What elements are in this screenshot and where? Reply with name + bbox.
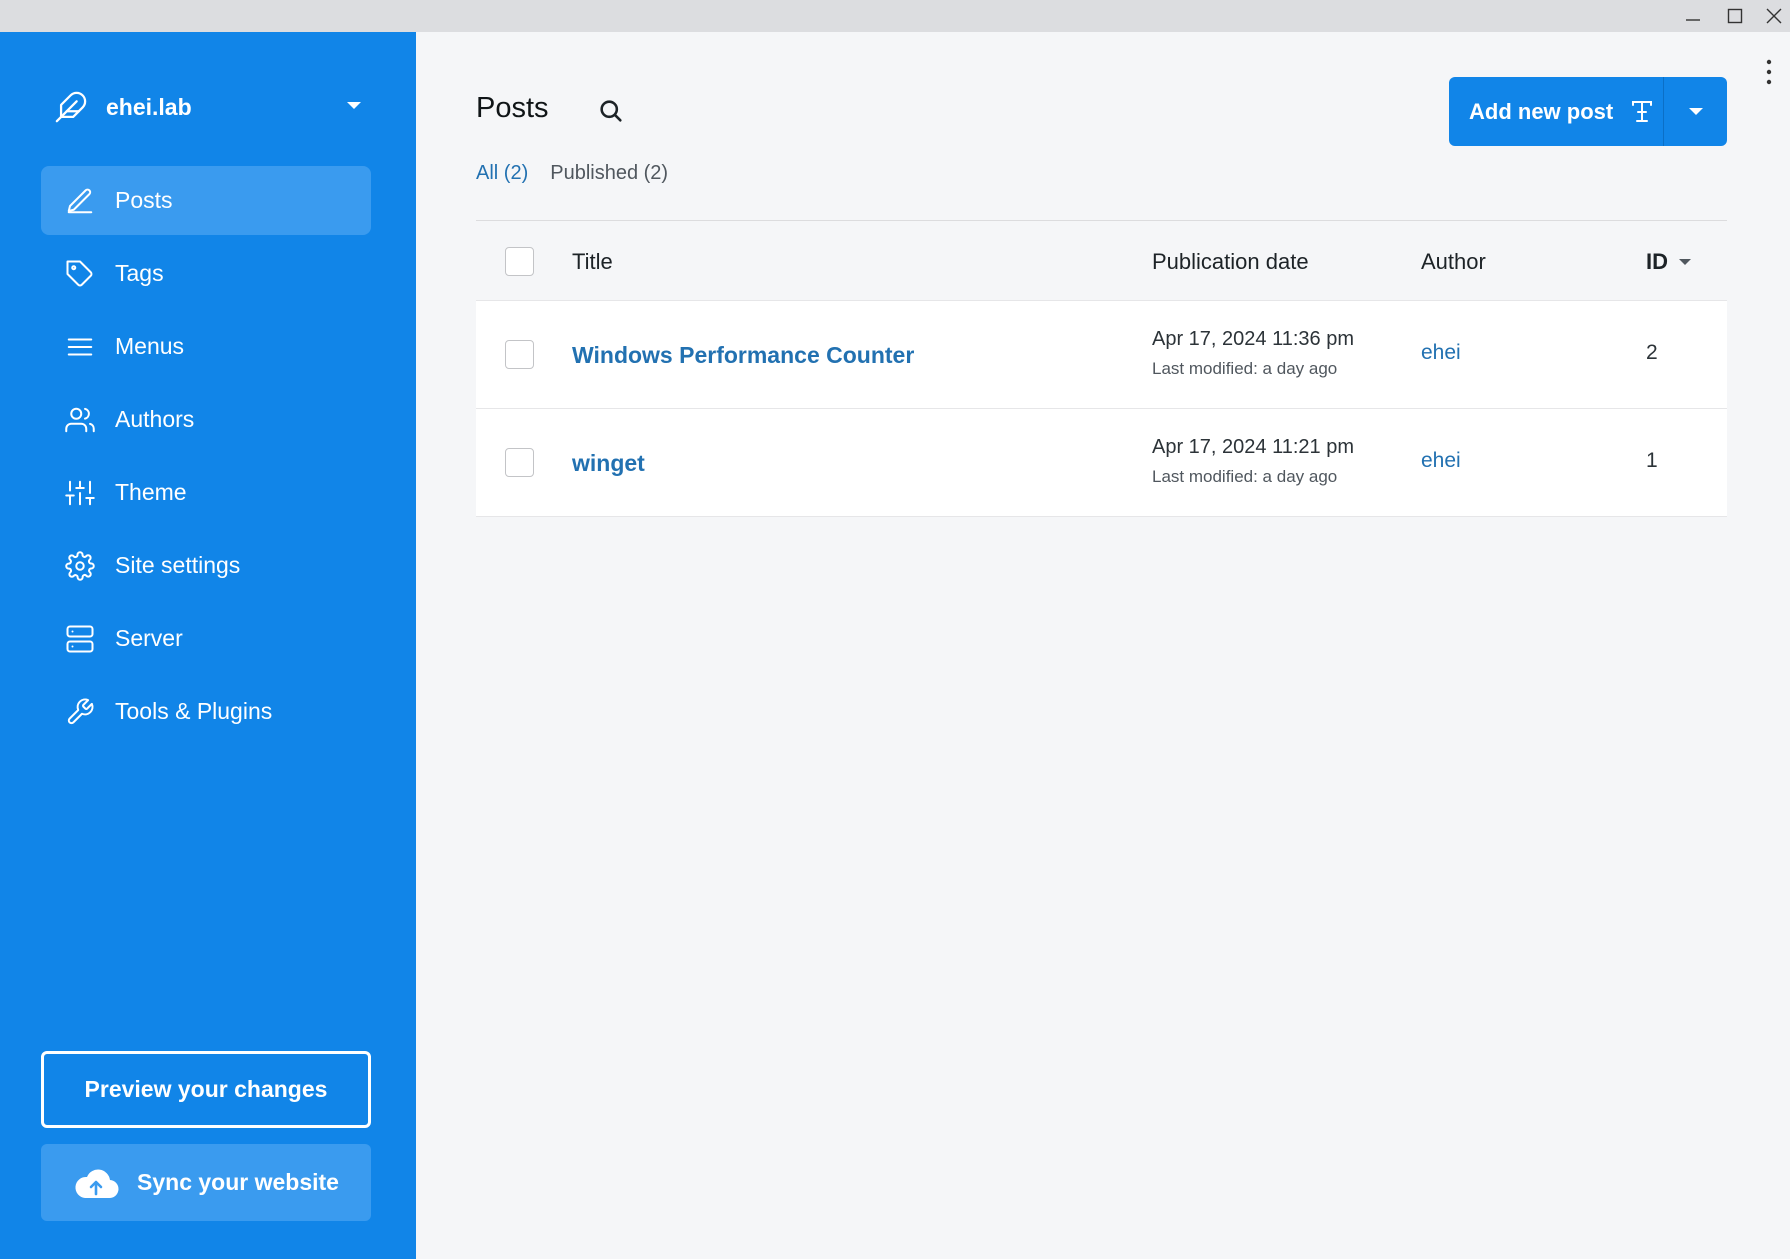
table-row: winget Apr 17, 2024 11:21 pm Last modifi… xyxy=(476,409,1727,517)
last-modified: Last modified: a day ago xyxy=(1152,359,1338,378)
chevron-down-icon xyxy=(346,98,362,116)
table-row: Windows Performance Counter Apr 17, 2024… xyxy=(476,301,1727,409)
close-icon xyxy=(1766,8,1782,24)
sidebar-item-label: Site settings xyxy=(115,552,241,578)
window-titlebar xyxy=(0,0,1790,32)
sort-desc-icon xyxy=(1679,259,1691,265)
sync-button-label: Sync your website xyxy=(137,1169,339,1195)
filter-all[interactable]: All (2) xyxy=(476,162,528,185)
tag-icon xyxy=(63,257,97,291)
column-header-id-label: ID xyxy=(1646,249,1668,274)
sidebar-item-label: Posts xyxy=(115,187,173,213)
preview-changes-button[interactable]: Preview your changes xyxy=(41,1051,371,1128)
maximize-button[interactable] xyxy=(1718,4,1752,28)
column-header-id[interactable]: ID xyxy=(1646,249,1692,275)
post-title-link[interactable]: Windows Performance Counter xyxy=(572,342,914,369)
row-checkbox[interactable] xyxy=(505,340,534,369)
page-title: Posts xyxy=(476,92,549,124)
sidebar-item-tools-plugins[interactable]: Tools & Plugins xyxy=(41,677,371,746)
server-icon xyxy=(63,622,97,656)
sidebar: ehei.lab Posts Tags Menus Authors Theme … xyxy=(0,32,416,1259)
sidebar-item-authors[interactable]: Authors xyxy=(41,385,371,454)
sidebar-nav: Posts Tags Menus Authors Theme Site sett… xyxy=(41,166,371,750)
add-new-post-label: Add new post xyxy=(1469,98,1614,124)
users-icon xyxy=(63,403,97,437)
post-id: 2 xyxy=(1646,341,1658,364)
site-switcher[interactable]: ehei.lab xyxy=(40,78,374,136)
posts-table: Title Publication date Author ID Windows… xyxy=(476,220,1727,517)
sliders-icon xyxy=(63,476,97,510)
author-link[interactable]: ehei xyxy=(1421,449,1461,473)
pencil-icon xyxy=(63,184,97,218)
publication-date-cell: Apr 17, 2024 11:21 pm Last modified: a d… xyxy=(1152,436,1354,487)
author-link[interactable]: ehei xyxy=(1421,341,1461,365)
sidebar-item-server[interactable]: Server xyxy=(41,604,371,673)
sidebar-item-label: Tags xyxy=(115,260,164,286)
site-name: ehei.lab xyxy=(106,93,192,120)
search-icon xyxy=(600,100,622,122)
cloud-upload-icon xyxy=(73,1166,119,1200)
gear-icon xyxy=(63,549,97,583)
sidebar-item-label: Tools & Plugins xyxy=(115,698,273,724)
column-header-author[interactable]: Author xyxy=(1421,249,1486,275)
sidebar-item-theme[interactable]: Theme xyxy=(41,458,371,527)
publication-date: Apr 17, 2024 11:36 pm xyxy=(1152,328,1354,350)
post-title-link[interactable]: winget xyxy=(572,450,645,477)
minimize-icon xyxy=(1686,19,1700,21)
sidebar-item-posts[interactable]: Posts xyxy=(41,166,371,235)
chevron-down-icon xyxy=(1688,107,1703,115)
add-new-post-split-button: Add new post xyxy=(1449,77,1727,146)
sidebar-item-label: Menus xyxy=(115,333,185,359)
sidebar-item-tags[interactable]: Tags xyxy=(41,239,371,308)
add-post-options-button[interactable] xyxy=(1663,77,1727,146)
filter-published[interactable]: Published (2) xyxy=(550,162,668,185)
publication-date: Apr 17, 2024 11:21 pm xyxy=(1152,436,1354,458)
text-type-icon xyxy=(1631,100,1653,124)
main-content: Posts Add new post All (2) Published (2)… xyxy=(416,32,1790,1259)
post-filters: All (2) Published (2) xyxy=(476,162,690,185)
sidebar-item-label: Authors xyxy=(115,406,195,432)
last-modified: Last modified: a day ago xyxy=(1152,467,1338,486)
sidebar-item-menus[interactable]: Menus xyxy=(41,312,371,381)
add-new-post-button[interactable]: Add new post xyxy=(1449,77,1663,146)
select-all-checkbox[interactable] xyxy=(505,247,534,276)
post-id: 1 xyxy=(1646,449,1658,472)
more-options-button[interactable] xyxy=(1756,52,1782,92)
column-header-title[interactable]: Title xyxy=(572,249,613,275)
menu-icon xyxy=(63,330,97,364)
kebab-menu-icon xyxy=(1766,59,1772,85)
row-checkbox[interactable] xyxy=(505,448,534,477)
minimize-button[interactable] xyxy=(1676,4,1710,28)
sidebar-item-label: Server xyxy=(115,625,183,651)
sidebar-item-label: Theme xyxy=(115,479,187,505)
feather-icon xyxy=(48,84,94,130)
column-header-publication-date[interactable]: Publication date xyxy=(1152,249,1309,275)
wrench-icon xyxy=(63,695,97,729)
close-window-button[interactable] xyxy=(1757,4,1790,28)
table-header: Title Publication date Author ID xyxy=(476,220,1727,301)
sync-website-button[interactable]: Sync your website xyxy=(41,1144,371,1221)
maximize-icon xyxy=(1727,8,1743,24)
publication-date-cell: Apr 17, 2024 11:36 pm Last modified: a d… xyxy=(1152,328,1354,379)
sidebar-item-site-settings[interactable]: Site settings xyxy=(41,531,371,600)
search-button[interactable] xyxy=(594,94,628,128)
